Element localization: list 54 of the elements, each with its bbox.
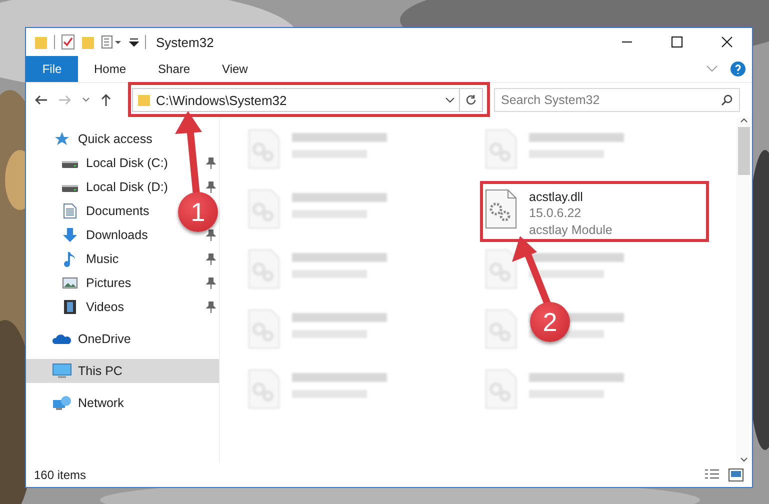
scroll-up-icon xyxy=(740,117,748,123)
refresh-icon xyxy=(465,94,477,106)
ribbon-tab[interactable]: Home xyxy=(78,56,142,82)
nav-item[interactable]: Network xyxy=(78,396,124,410)
properties-icon xyxy=(101,34,123,50)
nav-item[interactable]: Pictures xyxy=(86,276,132,290)
nav-item[interactable]: Local Disk (C:) xyxy=(86,156,168,170)
folder-icon xyxy=(34,34,48,50)
dll-file-icon xyxy=(485,189,517,229)
nav-item[interactable]: Music xyxy=(86,252,119,266)
search-field[interactable]: Search System32 xyxy=(494,88,740,112)
item-count: 160 items xyxy=(34,468,86,482)
file-detail: acstlay Module xyxy=(529,222,612,239)
scrollbar-thumb[interactable] xyxy=(738,127,750,175)
ribbon-tab[interactable]: View xyxy=(206,56,264,82)
scrollbar[interactable] xyxy=(736,117,752,463)
picture-icon xyxy=(62,276,78,290)
download-icon xyxy=(62,227,78,243)
large-icons-view-icon xyxy=(728,468,744,482)
maximize-icon xyxy=(671,36,683,48)
close-icon xyxy=(721,36,733,48)
window-title: System32 xyxy=(156,34,214,50)
forward-arrow-icon xyxy=(58,94,72,106)
network-icon xyxy=(52,395,72,411)
folder-icon xyxy=(81,34,95,50)
cloud-icon xyxy=(52,332,72,346)
nav-item[interactable]: Local Disk (D:) xyxy=(86,180,168,194)
file-name[interactable]: acstlay.dll xyxy=(529,189,612,205)
dropdown-icon xyxy=(445,97,455,103)
scroll-down-icon xyxy=(740,457,748,463)
folder-icon xyxy=(137,93,151,107)
customize-icon xyxy=(129,37,139,47)
chevron-icon xyxy=(706,65,718,73)
ribbon-tab[interactable]: Share xyxy=(142,56,206,82)
document-icon xyxy=(63,203,77,219)
nav-item[interactable]: Videos xyxy=(86,300,124,314)
music-note-icon xyxy=(64,251,76,267)
search-icon xyxy=(721,94,733,106)
back-arrow-icon xyxy=(34,94,48,106)
address-bar[interactable]: C:\Windows\System32 xyxy=(132,88,460,112)
dropdown-icon xyxy=(82,97,90,103)
file-detail: 15.0.6.22 xyxy=(529,205,582,222)
checklist-icon xyxy=(61,34,75,50)
up-arrow-icon xyxy=(100,93,112,107)
nav-item[interactable]: Documents xyxy=(86,204,150,218)
nav-item[interactable]: Downloads xyxy=(86,228,148,242)
computer-icon xyxy=(52,363,72,379)
film-icon xyxy=(63,299,77,315)
refresh-button[interactable] xyxy=(460,88,483,112)
help-icon xyxy=(730,61,746,77)
nav-item[interactable]: This PC xyxy=(78,364,122,378)
nav-item[interactable]: Quick access xyxy=(78,132,152,146)
star-icon xyxy=(54,131,70,147)
nav-item[interactable]: OneDrive xyxy=(78,332,131,346)
